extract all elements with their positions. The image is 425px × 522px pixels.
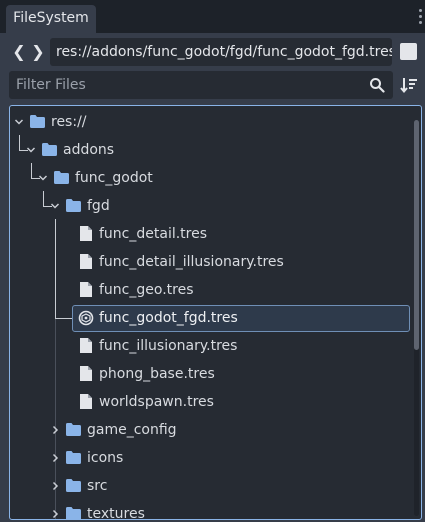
tree-row-file[interactable]: func_detail_illusionary.tres (10, 250, 410, 276)
folder-icon (30, 115, 45, 128)
tree-row-file[interactable]: func_illusionary.tres (10, 334, 410, 360)
chevron-down-icon[interactable] (50, 200, 60, 212)
filter-placeholder: Filter Files (16, 77, 86, 93)
file-icon (80, 226, 92, 241)
chevron-right-icon[interactable] (50, 508, 60, 520)
tree-label: func_detail_illusionary.tres (99, 254, 284, 270)
tree-label: res:// (51, 114, 87, 130)
tree-row-folder[interactable]: src (10, 474, 410, 500)
sort-icon[interactable] (400, 76, 418, 94)
split-mode-button[interactable] (400, 43, 417, 60)
tree-row-file[interactable]: phong_base.tres (10, 362, 410, 388)
tree-row-file-selected[interactable]: func_godot_fgd.tres (10, 305, 410, 332)
search-icon (370, 78, 385, 93)
tree-label: src (87, 478, 108, 494)
folder-icon (66, 451, 81, 464)
tree-label: worldspawn.tres (99, 394, 214, 410)
resource-icon (78, 310, 94, 326)
tree-row-folder[interactable]: textures (10, 502, 410, 520)
chevron-down-icon[interactable] (38, 172, 48, 184)
chevron-down-icon[interactable] (14, 116, 24, 128)
filter-input[interactable]: Filter Files (9, 71, 393, 99)
tree-label: func_godot (75, 170, 153, 186)
tree-row-folder[interactable]: game_config (10, 418, 410, 444)
dock-tab-bar: FileSystem (0, 0, 425, 33)
tab-filesystem[interactable]: FileSystem (6, 5, 96, 33)
filter-bar: Filter Files (0, 71, 425, 99)
tree-row-addons[interactable]: addons (10, 138, 410, 164)
back-button[interactable]: ❮ (12, 42, 26, 61)
folder-icon (66, 423, 81, 436)
chevron-right-icon[interactable] (50, 452, 60, 464)
tree-label: func_geo.tres (99, 282, 194, 298)
tree-label: icons (87, 450, 124, 466)
scrollbar-thumb[interactable] (414, 120, 419, 350)
file-icon (80, 366, 92, 381)
tree-row-fgd[interactable]: fgd (10, 194, 410, 220)
tree-scrollbar[interactable] (414, 120, 419, 516)
chevron-right-icon[interactable] (50, 424, 60, 436)
tree-label: textures (87, 506, 145, 520)
path-field[interactable]: res://addons/func_godot/fgd/func_godot_f… (50, 38, 392, 66)
dock-menu-icon[interactable] (417, 9, 423, 27)
file-icon (80, 254, 92, 269)
tree-label: fgd (87, 198, 110, 214)
file-icon (80, 338, 92, 353)
path-bar: ❮ ❯ res://addons/func_godot/fgd/func_god… (0, 38, 425, 66)
folder-icon (66, 199, 81, 212)
tree-label: func_illusionary.tres (99, 338, 238, 354)
folder-icon (66, 479, 81, 492)
forward-button[interactable]: ❯ (31, 42, 45, 61)
tree-row-file[interactable]: func_detail.tres (10, 222, 410, 248)
file-tree[interactable]: res:// addons func_godot fgd func_detail… (9, 105, 422, 520)
tree-row-file[interactable]: func_geo.tres (10, 278, 410, 304)
tree-row-func-godot[interactable]: func_godot (10, 166, 410, 192)
tree-label: phong_base.tres (99, 366, 215, 382)
folder-icon (66, 507, 81, 519)
folder-icon (42, 143, 57, 156)
tree-row-root[interactable]: res:// (10, 110, 410, 136)
tree-label: func_detail.tres (99, 226, 208, 242)
chevron-down-icon[interactable] (26, 144, 36, 156)
chevron-right-icon[interactable] (50, 480, 60, 492)
file-icon (80, 394, 92, 409)
file-icon (80, 282, 92, 297)
tree-label: addons (63, 142, 115, 158)
tree-label: func_godot_fgd.tres (99, 310, 238, 326)
tree-row-file[interactable]: worldspawn.tres (10, 390, 410, 416)
tree-label: game_config (87, 422, 177, 438)
folder-icon (54, 171, 69, 184)
tree-row-folder[interactable]: icons (10, 446, 410, 472)
